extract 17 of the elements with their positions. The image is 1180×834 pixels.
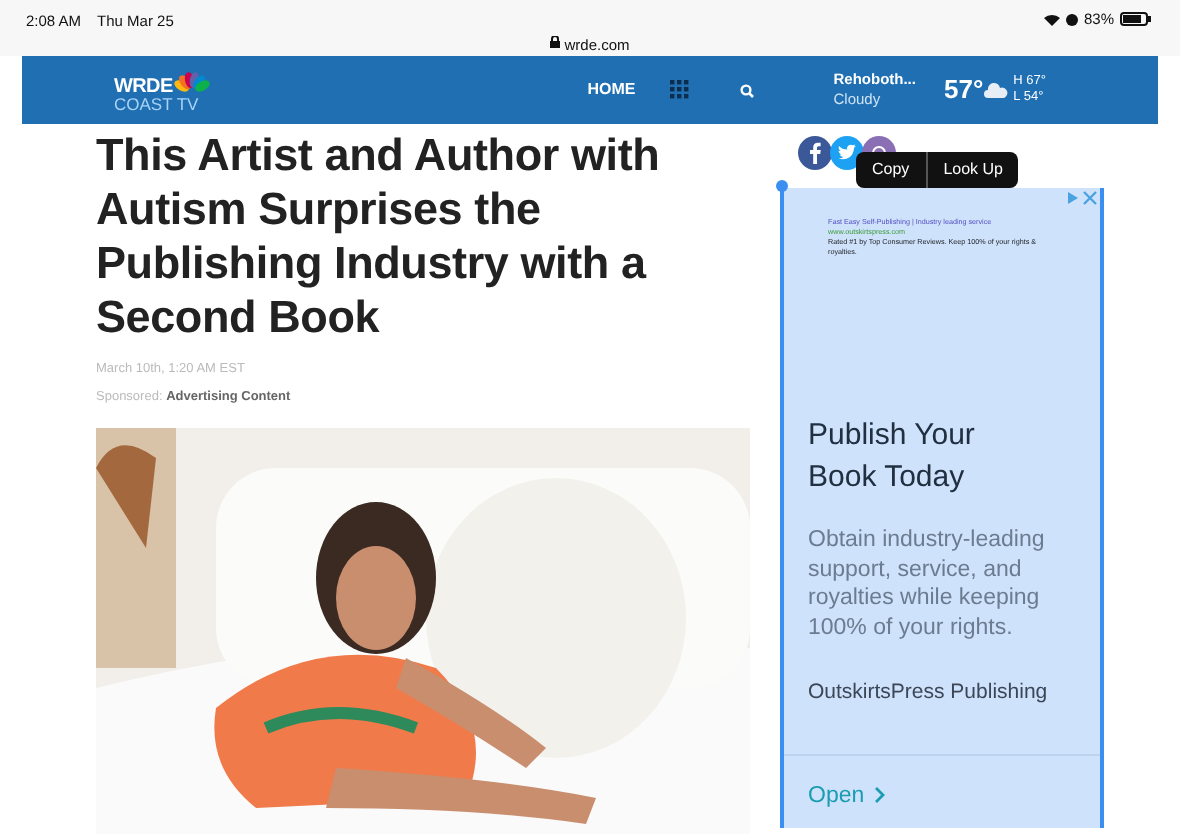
site-logo[interactable]: WRDE COAST TV <box>114 69 213 111</box>
ad-body: Obtain industry-leading support, service, and royalties while keeping 100% of your rights. <box>806 526 1047 642</box>
temperature: 57° <box>943 72 984 109</box>
facebook-icon[interactable] <box>798 136 832 170</box>
wifi-icon <box>1043 13 1060 26</box>
cloud-icon <box>983 82 1008 98</box>
ad-headline: Publish Your Book Today <box>806 416 977 498</box>
article-headline: This Artist and Author with Autism Surprises the Publishing Industry with a Second Book <box>96 128 662 344</box>
search-icon[interactable] <box>739 83 754 97</box>
ad-advertiser: OutskirtsPress Publishing <box>806 678 1050 708</box>
nav-link[interactable]: HOME <box>587 78 636 102</box>
chevron-icon <box>874 786 887 805</box>
menu-item[interactable]: Copy <box>856 152 926 188</box>
lock-icon <box>550 36 561 48</box>
selection-handle[interactable] <box>776 180 788 192</box>
battery-icon <box>1120 12 1152 27</box>
grid-menu-icon[interactable] <box>669 80 690 100</box>
